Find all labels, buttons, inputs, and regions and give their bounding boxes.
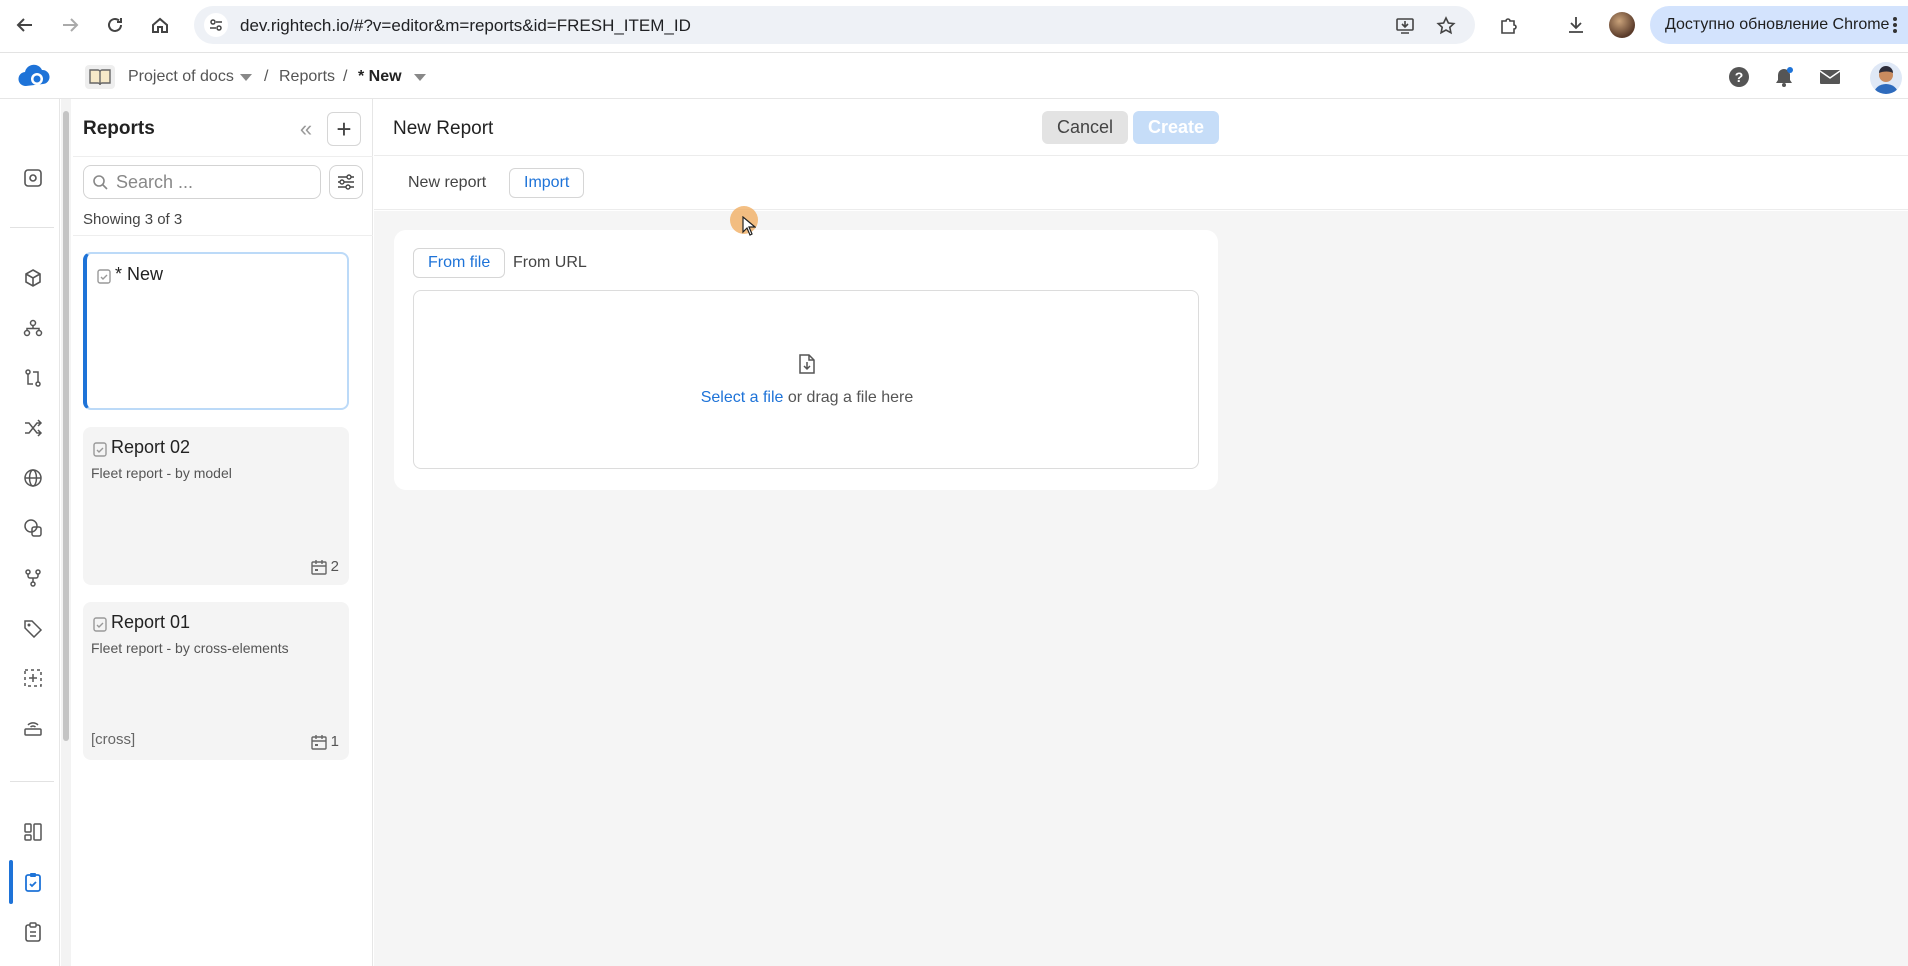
nav-rail — [0, 99, 60, 966]
back-icon[interactable] — [12, 12, 38, 38]
reload-icon[interactable] — [102, 12, 128, 38]
schedule-count-value: 2 — [330, 558, 339, 575]
report-icon — [93, 616, 107, 632]
report-card[interactable]: Report 01 Fleet report - by cross-elemen… — [83, 602, 349, 760]
current-caret-icon[interactable] — [414, 74, 426, 81]
tab-import[interactable]: Import — [509, 168, 585, 198]
schedule-count-value: 1 — [330, 733, 339, 750]
reports-sidebar: Reports « + Showing 3 of 3 * New Report … — [73, 99, 373, 966]
scrollbar-thumb[interactable] — [63, 111, 69, 741]
focus-icon[interactable] — [20, 665, 46, 691]
menu-dots-icon[interactable] — [1892, 15, 1898, 35]
shuffle-icon[interactable] — [20, 415, 46, 441]
tab-from-url[interactable]: From URL — [499, 248, 601, 278]
page-title: New Report — [393, 118, 494, 139]
schedule-count: 1 — [310, 733, 339, 750]
forward-icon[interactable] — [57, 12, 83, 38]
sliders-icon — [338, 174, 354, 190]
profile-avatar[interactable] — [1609, 12, 1635, 38]
search-box[interactable] — [83, 165, 321, 199]
project-caret-icon[interactable] — [240, 74, 252, 81]
url-text: dev.rightech.io/#?v=editor&m=reports&id=… — [240, 16, 691, 35]
rail-scrollbar[interactable] — [61, 99, 71, 966]
extensions-icon[interactable] — [1497, 13, 1521, 37]
breadcrumb-reports[interactable]: Reports — [279, 68, 335, 86]
globe-icon[interactable] — [20, 465, 46, 491]
search-input[interactable] — [116, 171, 312, 193]
reports-icon[interactable] — [20, 869, 46, 895]
svg-text:?: ? — [1735, 69, 1744, 85]
main-header: New Report Cancel Create — [374, 99, 1908, 156]
select-file-link[interactable]: Select a file — [701, 389, 784, 406]
import-panel: From file From URL Select a file or drag… — [394, 230, 1218, 490]
report-icon — [97, 268, 111, 284]
mode-tabs: New report Import — [374, 156, 1908, 210]
book-icon[interactable] — [85, 65, 115, 89]
report-title: Report 01 — [111, 612, 191, 632]
user-avatar[interactable] — [1870, 62, 1902, 94]
divider — [73, 235, 373, 236]
report-icon — [93, 441, 107, 457]
git-compare-icon[interactable] — [20, 365, 46, 391]
schedule-count: 2 — [310, 558, 339, 575]
sidebar-title: Reports — [83, 118, 155, 139]
rail-active-indicator — [9, 860, 13, 904]
cancel-button[interactable]: Cancel — [1042, 111, 1128, 144]
tag-icon[interactable] — [20, 615, 46, 641]
router-icon[interactable] — [20, 715, 46, 741]
report-title: Report 02 — [111, 437, 191, 457]
report-card[interactable]: Report 02 Fleet report - by model 2 — [83, 427, 349, 585]
branch-icon[interactable] — [20, 565, 46, 591]
update-label: Доступно обновление Chrome — [1665, 16, 1890, 33]
breadcrumb-project[interactable]: Project of docs — [128, 68, 234, 86]
mouse-cursor-icon — [742, 216, 756, 236]
report-card[interactable]: * New — [83, 252, 349, 410]
rail-divider — [10, 227, 54, 228]
install-app-icon[interactable] — [1394, 15, 1416, 37]
breadcrumb-current: * New — [358, 68, 402, 85]
site-settings-icon[interactable] — [204, 13, 228, 37]
bookmark-star-icon[interactable] — [1435, 15, 1457, 37]
divider — [73, 156, 373, 157]
dropzone-text: Select a file or drag a file here — [414, 389, 1200, 407]
drop-hint: or drag a file here — [783, 389, 914, 406]
calendar-icon — [310, 734, 327, 750]
search-icon — [92, 174, 108, 190]
home-icon[interactable] — [147, 12, 173, 38]
file-download-icon — [797, 353, 817, 375]
chrome-update-button[interactable]: Доступно обновление Chrome — [1650, 6, 1908, 44]
report-title: * New — [115, 264, 164, 284]
collapse-sidebar-icon[interactable]: « — [293, 116, 319, 142]
breadcrumb-sep: / — [343, 68, 348, 85]
filter-button[interactable] — [329, 165, 363, 199]
notifications-bell-icon[interactable] — [1772, 65, 1796, 89]
shapes-icon[interactable] — [20, 515, 46, 541]
browser-toolbar: dev.rightech.io/#?v=editor&m=reports&id=… — [0, 0, 1908, 53]
report-tag: [cross] — [91, 731, 136, 748]
hierarchy-icon[interactable] — [20, 315, 46, 341]
downloads-icon[interactable] — [1564, 13, 1588, 37]
address-bar[interactable]: dev.rightech.io/#?v=editor&m=reports&id=… — [194, 6, 1475, 44]
app-header: Project of docs / Reports / * New ? — [0, 54, 1908, 99]
main-content: From file From URL Select a file or drag… — [374, 211, 1908, 966]
create-button[interactable]: Create — [1133, 111, 1219, 144]
mail-icon[interactable] — [1818, 65, 1842, 89]
report-subtitle: Fleet report - by model — [91, 465, 232, 481]
grid-icon[interactable] — [20, 819, 46, 845]
showing-count: Showing 3 of 3 — [83, 211, 183, 228]
add-report-button[interactable]: + — [327, 112, 361, 146]
tab-from-file[interactable]: From file — [413, 248, 506, 278]
file-dropzone[interactable]: Select a file or drag a file here — [413, 290, 1199, 469]
report-subtitle: Fleet report - by cross-elements — [91, 640, 289, 656]
clipboard-list-icon[interactable] — [20, 919, 46, 945]
cube-icon[interactable] — [20, 265, 46, 291]
calendar-icon — [310, 559, 327, 575]
rail-divider — [10, 781, 54, 782]
tab-new-report[interactable]: New report — [394, 168, 500, 198]
breadcrumb-sep: / — [264, 68, 269, 85]
help-icon[interactable]: ? — [1727, 65, 1751, 89]
dashboard-icon[interactable] — [20, 165, 46, 191]
app-logo-icon[interactable] — [18, 62, 50, 92]
